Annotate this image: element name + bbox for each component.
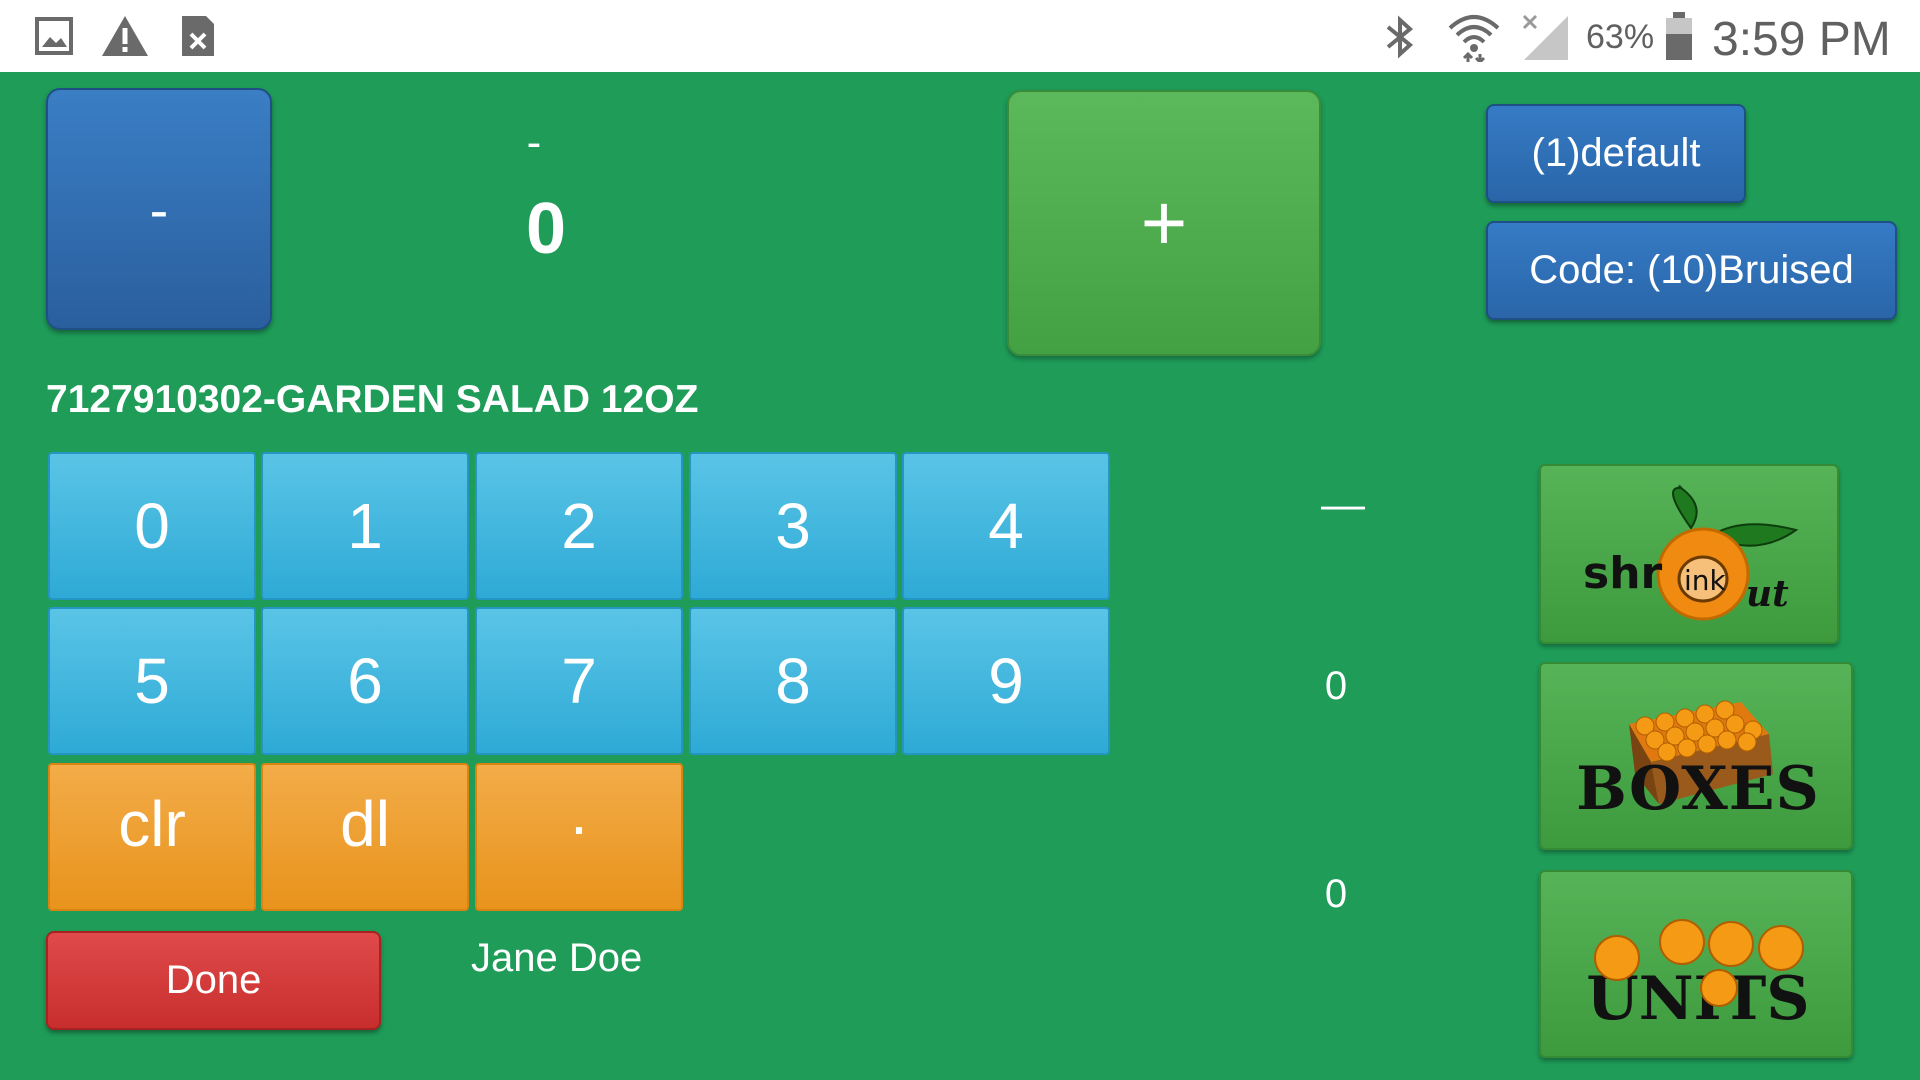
default-option-label: (1)default (1531, 131, 1701, 175)
status-bar: 63% 3:59 PM (0, 0, 1920, 72)
delete-key-label: dl (340, 788, 390, 860)
default-option-button[interactable]: (1)default (1486, 104, 1746, 203)
decimal-key[interactable]: . (475, 763, 683, 911)
clock: 3:59 PM (1712, 13, 1891, 66)
decrement-button[interactable]: - (46, 88, 272, 330)
bluetooth-icon (1386, 15, 1414, 59)
svg-text:ut: ut (1746, 573, 1789, 615)
oranges-icon (1594, 919, 1804, 1007)
key-1-label: 1 (347, 490, 383, 562)
units-button[interactable]: UNITS (1539, 870, 1853, 1058)
shrink-out-button[interactable]: shr ink ut (1539, 464, 1839, 644)
key-0[interactable]: 0 (48, 452, 256, 600)
key-1[interactable]: 1 (261, 452, 469, 600)
wifi-icon (1448, 15, 1500, 62)
key-4[interactable]: 4 (902, 452, 1110, 600)
battery-icon (1666, 12, 1692, 60)
key-0-label: 0 (134, 490, 170, 562)
key-3-label: 3 (775, 490, 811, 562)
key-2-label: 2 (561, 490, 597, 562)
user-name: Jane Doe (471, 936, 643, 980)
product-title: 7127910302-GARDEN SALAD 12OZ (46, 378, 699, 421)
file-close-icon (182, 16, 214, 56)
key-8[interactable]: 8 (689, 607, 897, 755)
key-5[interactable]: 5 (48, 607, 256, 755)
shrink-value: — (1321, 480, 1365, 529)
minus-label: - (149, 177, 169, 241)
clear-key[interactable]: clr (48, 763, 256, 911)
clear-key-label: clr (118, 788, 186, 860)
plus-label: + (1140, 178, 1188, 267)
boxes-button[interactable]: BOXES (1539, 662, 1853, 850)
quantity-value: 0 (525, 189, 567, 269)
key-4-label: 4 (988, 490, 1024, 562)
key-3[interactable]: 3 (689, 452, 897, 600)
warning-icon (102, 16, 148, 56)
key-8-label: 8 (775, 645, 811, 717)
quantity-sign: - (526, 118, 542, 167)
key-6-label: 6 (347, 645, 383, 717)
decimal-key-label: . (570, 776, 588, 848)
gallery-icon (35, 17, 73, 55)
shrink-out-logo: shr ink ut (1583, 484, 1799, 621)
key-6[interactable]: 6 (261, 607, 469, 755)
key-7[interactable]: 7 (475, 607, 683, 755)
done-label: Done (165, 958, 262, 1002)
key-9[interactable]: 9 (902, 607, 1110, 755)
key-2[interactable]: 2 (475, 452, 683, 600)
boxes-value: 0 (1324, 664, 1348, 708)
svg-text:ink: ink (1684, 564, 1727, 597)
units-value: 0 (1324, 872, 1348, 916)
reason-code-button[interactable]: Code: (10)Bruised (1486, 221, 1897, 320)
reason-code-label: Code: (10)Bruised (1529, 248, 1854, 292)
increment-button[interactable]: + (1007, 90, 1321, 356)
delete-key[interactable]: dl (261, 763, 469, 911)
battery-percent: 63% (1586, 18, 1655, 56)
key-5-label: 5 (134, 645, 170, 717)
boxes-label: BOXES (1576, 754, 1820, 824)
done-button[interactable]: Done (46, 931, 381, 1030)
signal-icon (1522, 14, 1568, 60)
svg-text:shr: shr (1583, 548, 1663, 599)
key-7-label: 7 (561, 645, 597, 717)
key-9-label: 9 (988, 645, 1024, 717)
